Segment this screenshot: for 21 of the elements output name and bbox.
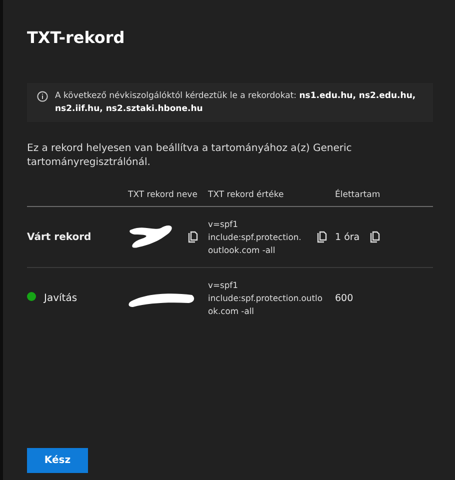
column-header: Élettartam xyxy=(331,190,433,207)
record-value-line: v=spf1 xyxy=(208,279,239,292)
ttl-value: 600 xyxy=(335,293,354,304)
done-button[interactable]: Kész xyxy=(27,448,88,473)
record-value-line: ok.com -all xyxy=(208,305,255,318)
copy-icon[interactable] xyxy=(370,231,380,243)
column-header: TXT rekord neve xyxy=(124,190,204,207)
copy-icon[interactable] xyxy=(317,231,327,243)
copy-icon[interactable] xyxy=(188,231,198,243)
ttl-value: 1 óra xyxy=(335,232,360,242)
record-value-line: outlook.com -all xyxy=(208,244,276,256)
dialog-title: TXT-rekord xyxy=(27,28,126,47)
status-message: Ez a rekord helyesen van beállítva a tartományához a(z) Generic tartományregisztrálónál. xyxy=(27,142,353,170)
row-label: Javítás xyxy=(44,293,78,304)
row-label: Várt rekord xyxy=(27,232,92,242)
column-header: TXT rekord értéke xyxy=(204,190,331,207)
record-value-line: v=spf1 xyxy=(208,218,239,230)
record-value-line: include:spf.protection.outlo xyxy=(208,292,322,305)
info-icon xyxy=(37,91,48,102)
info-text: A következő névkiszolgálóktól kérdeztük le a rekordokat: ns1.edu.hu, ns2.edu.hu, ns2.iif.hu, ns2.sztaki.hbone.hu xyxy=(55,90,417,116)
record-value-line: include:spf.protection. xyxy=(208,230,302,244)
